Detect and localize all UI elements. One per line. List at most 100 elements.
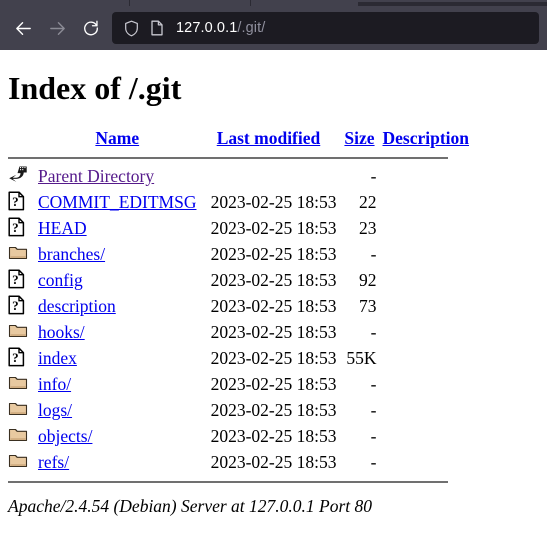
address-bar[interactable]: 127.0.0.1/.git/ [112,12,539,44]
sort-by-description-link[interactable]: Description [382,128,469,148]
row-name-cell: COMMIT_EDITMSG [38,189,200,215]
sort-by-size-link[interactable]: Size [344,128,374,148]
row-description-cell [382,189,469,215]
entry-link[interactable]: objects/ [38,426,92,446]
row-description-cell [382,319,469,345]
reload-button[interactable] [74,12,108,44]
row-modified-cell: 2023-02-25 18:53 [210,399,337,420]
svg-text:?: ? [12,298,19,313]
row-icon-cell [8,241,38,267]
table-row: ? HEAD 2023-02-25 18:53 23 [8,215,469,241]
entry-link[interactable]: Parent Directory [38,166,154,186]
table-row: logs/2023-02-25 18:53 - [8,397,469,423]
row-modified-cell: 2023-02-25 18:53 [210,295,337,316]
horizontal-rule [8,157,448,160]
directory-listing-table: Name Last modified Size Description Pare… [8,128,469,484]
entry-link[interactable]: info/ [38,374,71,394]
row-name-cell: info/ [38,371,200,397]
row-size-cell: - [370,399,377,420]
row-name-cell: config [38,267,200,293]
row-icon-cell [8,397,38,423]
url-text[interactable]: 127.0.0.1/.git/ [176,20,265,36]
row-size-cell: - [370,243,377,264]
row-modified-cell: 2023-02-25 18:53 [210,347,337,368]
shield-icon[interactable] [120,17,142,39]
row-description-cell [382,163,469,189]
table-row: info/2023-02-25 18:53 - [8,371,469,397]
row-description-cell [382,215,469,241]
row-modified-cell: 2023-02-25 18:53 [210,321,337,342]
row-icon-cell: ? [8,215,38,241]
table-row: branches/2023-02-25 18:53 - [8,241,469,267]
back-button[interactable] [6,12,40,44]
row-modified-cell: 2023-02-25 18:53 [210,373,337,394]
row-size-cell: - [370,451,377,472]
table-row: hooks/2023-02-25 18:53 - [8,319,469,345]
table-row: ? COMMIT_EDITMSG 2023-02-25 18:53 22 [8,189,469,215]
unknown-file-icon: ? [8,269,28,291]
row-icon-cell: ? [8,189,38,215]
entry-link[interactable]: branches/ [38,244,105,264]
sort-by-name-link[interactable]: Name [95,128,139,148]
row-modified-cell: 2023-02-25 18:53 [210,217,337,238]
folder-icon [8,321,28,343]
unknown-file-icon: ? [8,295,28,317]
entry-link[interactable]: hooks/ [38,322,85,342]
folder-icon [8,451,28,473]
directory-listing-body: Parent Directory -? COMMIT_EDITMSG 2023-02-… [8,163,469,475]
page-document-icon[interactable] [146,17,168,39]
url-host: 127.0.0.1 [176,20,238,36]
row-description-cell [382,241,469,267]
active-tab[interactable] [358,2,547,6]
page-content: Index of /.git Name Last modified Size D… [0,50,547,553]
entry-link[interactable]: HEAD [38,218,87,238]
row-modified-cell: 2023-02-25 18:53 [210,191,337,212]
tab-strip [0,0,547,6]
header-divider-row [8,153,469,163]
navigation-toolbar: 127.0.0.1/.git/ [0,6,547,50]
column-header-modified: Last modified [200,128,336,153]
entry-link[interactable]: refs/ [38,452,69,472]
row-size-cell: - [370,165,377,186]
column-header-size: Size [336,128,382,153]
tab-divider [250,0,251,6]
page-title: Index of /.git [8,70,182,106]
row-icon-cell [8,319,38,345]
row-description-cell [382,423,469,449]
entry-link[interactable]: description [38,296,116,316]
row-icon-cell: ? [8,293,38,319]
row-name-cell: objects/ [38,423,200,449]
forward-button[interactable] [40,12,74,44]
tab-divider [129,0,130,6]
row-icon-cell [8,371,38,397]
server-signature: Apache/2.4.54 (Debian) Server at 127.0.0… [8,496,373,517]
folder-icon [8,373,28,395]
row-size-cell: 22 [358,191,377,212]
row-size-cell: 73 [358,295,377,316]
sort-by-modified-link[interactable]: Last modified [217,128,321,148]
row-name-cell: hooks/ [38,319,200,345]
folder-icon [8,425,28,447]
table-row: Parent Directory - [8,163,469,189]
row-name-cell: Parent Directory [38,163,200,189]
column-header-icon [8,128,38,153]
row-modified-cell: 2023-02-25 18:53 [210,243,337,264]
row-description-cell [382,371,469,397]
entry-link[interactable]: logs/ [38,400,72,420]
row-name-cell: index [38,345,200,371]
entry-link[interactable]: COMMIT_EDITMSG [38,192,196,212]
svg-text:?: ? [12,272,19,287]
row-size-cell: - [370,425,377,446]
row-description-cell [382,293,469,319]
entry-link[interactable]: config [38,270,83,290]
row-name-cell: HEAD [38,215,200,241]
row-size-cell: 92 [358,269,377,290]
entry-link[interactable]: index [38,348,77,368]
row-size-cell: - [370,321,377,342]
row-modified-cell: 2023-02-25 18:53 [210,425,337,446]
svg-text:?: ? [12,194,19,209]
forward-arrow-icon [48,19,67,38]
row-description-cell [382,449,469,475]
header-divider-cell [8,153,469,163]
row-size-cell: - [370,373,377,394]
